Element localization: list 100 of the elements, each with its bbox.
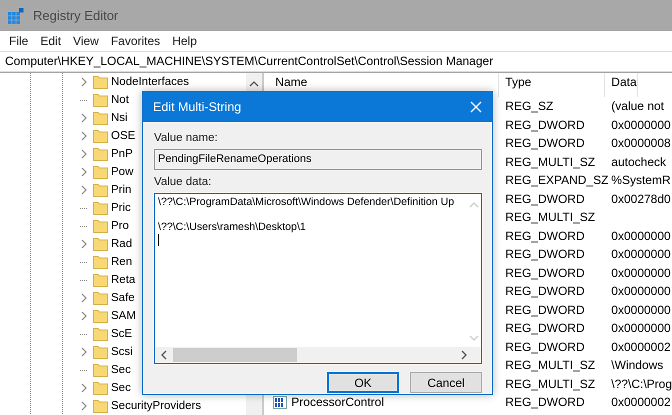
tree-item[interactable]: SAM bbox=[111, 310, 136, 322]
table-cell-text: REG_MULTI_SZ bbox=[504, 154, 596, 169]
window-title: Registry Editor bbox=[33, 8, 118, 23]
table-cell-text: REG_MULTI_SZ bbox=[504, 376, 596, 391]
tree-item[interactable]: ScE bbox=[111, 328, 132, 340]
folder-icon bbox=[93, 220, 108, 232]
tree-item[interactable]: Rad bbox=[111, 238, 132, 250]
tree-item[interactable]: Safe bbox=[111, 292, 135, 304]
value-name-field[interactable]: PendingFileRenameOperations bbox=[154, 149, 482, 170]
table-cell-text: 0x0000000 bbox=[610, 247, 671, 262]
dialog-title: Edit Multi-String bbox=[153, 100, 242, 114]
table-cell-text: autocheck bbox=[610, 154, 666, 169]
folder-icon bbox=[93, 274, 108, 286]
folder-icon bbox=[93, 346, 108, 358]
menu-item[interactable]: Favorites bbox=[104, 34, 166, 48]
table-cell-text: REG_DWORD bbox=[504, 192, 586, 206]
registry-cubes-icon bbox=[8, 8, 24, 24]
folder-icon bbox=[93, 364, 108, 376]
folder-icon bbox=[93, 112, 108, 124]
folder-icon bbox=[93, 256, 108, 268]
table-cell-text: 0x0000008 bbox=[610, 136, 671, 150]
folder-icon bbox=[93, 184, 108, 196]
chevron-right-icon[interactable] bbox=[81, 311, 87, 321]
table-cell-text: REG_DWORD bbox=[504, 247, 586, 262]
table-cell-text: 0x0000000 bbox=[610, 302, 671, 317]
folder-icon bbox=[93, 292, 108, 304]
table-cell-text: 0x0000000 bbox=[610, 228, 671, 243]
table-cell-text: REG_MULTI_SZ bbox=[504, 358, 596, 372]
tree-item[interactable]: Pow bbox=[111, 166, 134, 178]
tree-item[interactable]: OSE bbox=[111, 130, 136, 142]
tree-item[interactable]: Nsi bbox=[111, 112, 128, 124]
tree-item[interactable]: PnP bbox=[111, 148, 133, 160]
chevron-right-icon[interactable] bbox=[81, 149, 87, 159]
column-header[interactable]: Data bbox=[605, 73, 638, 97]
chevron-right-icon[interactable] bbox=[81, 167, 87, 177]
tree-item[interactable]: Pric bbox=[111, 202, 131, 214]
chevron-right-icon[interactable] bbox=[81, 239, 87, 249]
tree-item[interactable]: SecurityProviders bbox=[111, 400, 202, 412]
close-icon[interactable] bbox=[470, 101, 482, 113]
chevron-right-icon[interactable] bbox=[81, 383, 87, 393]
tree-item[interactable]: Scsi bbox=[111, 346, 133, 358]
menu-item[interactable]: Edit bbox=[34, 34, 68, 48]
menu-item[interactable]: View bbox=[67, 34, 105, 48]
menu-item[interactable]: Help bbox=[166, 34, 203, 48]
tree-item[interactable]: Not bbox=[111, 94, 129, 106]
menu-item[interactable]: File bbox=[3, 34, 34, 48]
field-label: Value name: bbox=[154, 132, 219, 144]
folder-icon bbox=[93, 310, 108, 322]
chevron-right-icon[interactable] bbox=[81, 293, 87, 303]
table-cell-text: 0x00278d0 bbox=[610, 192, 671, 206]
table-cell-text: REG_DWORD bbox=[504, 136, 586, 150]
folder-icon bbox=[93, 76, 108, 88]
table-cell-text: 0x0000000 bbox=[610, 266, 671, 280]
address-field[interactable]: Computer\HKEY_LOCAL_MACHINE\SYSTEM\CurrentControlSet\Control\Session Manager bbox=[0, 51, 672, 72]
table-cell-text: REG_DWORD bbox=[504, 395, 586, 410]
text-line: \??\C:\Users\ramesh\Desktop\1 bbox=[158, 221, 306, 234]
folder-icon bbox=[93, 202, 108, 214]
tree-item[interactable]: NodeInterfaces bbox=[111, 76, 189, 88]
chevron-left-icon[interactable] bbox=[161, 350, 167, 360]
folder-icon bbox=[93, 382, 108, 394]
folder-icon bbox=[93, 130, 108, 142]
tree-item[interactable]: Ren bbox=[111, 256, 132, 268]
cancel-button[interactable]: Cancel bbox=[410, 372, 482, 393]
table-cell: ProcessorControl bbox=[291, 395, 384, 410]
folder-icon bbox=[93, 94, 108, 106]
horizontal-scrollbar[interactable] bbox=[155, 347, 481, 363]
table-cell-text: REG_DWORD bbox=[504, 118, 586, 132]
text-cursor bbox=[158, 234, 159, 246]
table-cell-text: REG_MULTI_SZ bbox=[504, 210, 596, 224]
folder-icon bbox=[93, 148, 108, 160]
tree-item[interactable]: Sec bbox=[111, 382, 131, 394]
table-cell-text: 0x0000002 bbox=[610, 340, 671, 354]
ok-button[interactable]: OK bbox=[327, 372, 399, 393]
table-cell-text: REG_SZ bbox=[504, 99, 554, 114]
folder-icon bbox=[93, 166, 108, 178]
chevron-right-icon[interactable] bbox=[81, 77, 87, 87]
chevron-right-icon[interactable] bbox=[81, 401, 87, 411]
folder-icon bbox=[93, 238, 108, 250]
table-cell-text: REG_DWORD bbox=[504, 340, 586, 354]
chevron-right-icon[interactable] bbox=[81, 347, 87, 357]
chevron-right-icon[interactable] bbox=[461, 350, 467, 360]
table-cell-text: REG_DWORD bbox=[504, 302, 586, 317]
column-header[interactable]: Type bbox=[499, 73, 606, 97]
chevron-right-icon[interactable] bbox=[81, 131, 87, 141]
table-cell-text: REG_DWORD bbox=[504, 284, 586, 298]
tree-item[interactable]: Sec bbox=[111, 364, 131, 376]
tree-item[interactable]: Pro bbox=[111, 220, 129, 232]
value-data-field[interactable]: \??\C:\ProgramData\Microsoft\Windows Defender\Definition Up \??\C:\Users\ramesh\Desktop\1 bbox=[154, 193, 482, 364]
chevron-right-icon[interactable] bbox=[81, 185, 87, 195]
table-cell-text: REG_DWORD bbox=[504, 321, 586, 336]
tree-item[interactable]: Reta bbox=[111, 274, 136, 286]
table-cell-text: 0x0000000 bbox=[610, 118, 671, 132]
text-line: \??\C:\ProgramData\Microsoft\Windows Defender\Definition Up bbox=[158, 196, 454, 208]
binary-value-icon bbox=[273, 396, 288, 409]
chevron-up-icon[interactable] bbox=[249, 81, 260, 87]
chevron-right-icon[interactable] bbox=[81, 113, 87, 123]
table-cell-text: \??\C:\Prog bbox=[610, 376, 672, 391]
folder-icon bbox=[93, 400, 108, 412]
scrollbar-thumb[interactable] bbox=[173, 348, 297, 362]
tree-item[interactable]: Prin bbox=[111, 184, 132, 196]
